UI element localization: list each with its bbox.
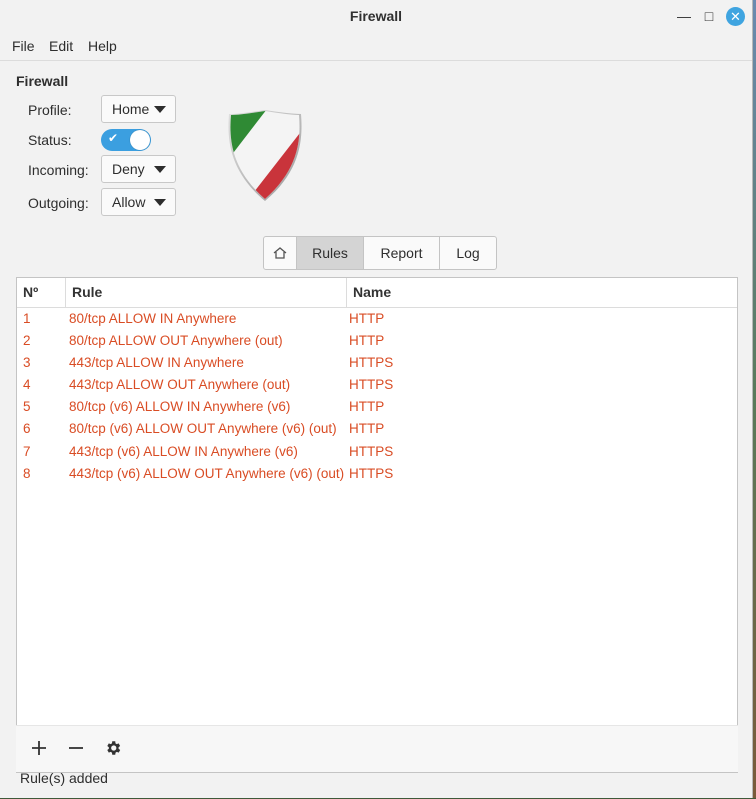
row-rule: 80/tcp (v6) ALLOW OUT Anywhere (v6) (out… bbox=[69, 421, 337, 437]
row-name: HTTP bbox=[349, 421, 385, 437]
row-rule: 80/tcp (v6) ALLOW IN Anywhere (v6) bbox=[69, 399, 291, 415]
table-header: Nº Rule Name bbox=[17, 278, 737, 308]
minus-icon bbox=[69, 747, 83, 749]
incoming-value: Deny bbox=[112, 161, 145, 177]
maximize-icon[interactable]: □ bbox=[700, 7, 718, 25]
shield-icon bbox=[228, 110, 302, 201]
profile-value: Home bbox=[112, 101, 150, 117]
section-title: Firewall bbox=[16, 73, 69, 89]
gear-icon bbox=[107, 741, 121, 755]
home-icon bbox=[273, 247, 287, 259]
incoming-dropdown[interactable]: Deny bbox=[101, 155, 176, 183]
firewall-window: Firewall — □ ✕ File Edit Help Firewall P… bbox=[0, 0, 753, 798]
table-row[interactable]: 1 80/tcp ALLOW IN Anywhere HTTP bbox=[17, 308, 737, 330]
titlebar[interactable]: Firewall — □ ✕ bbox=[0, 0, 752, 32]
tab-log[interactable]: Log bbox=[439, 237, 496, 269]
status-toggle[interactable]: ✔ bbox=[101, 129, 151, 151]
row-rule: 443/tcp ALLOW IN Anywhere bbox=[69, 355, 244, 371]
profile-label: Profile: bbox=[28, 102, 72, 118]
row-number: 7 bbox=[23, 443, 31, 459]
menu-file[interactable]: File bbox=[12, 38, 35, 54]
column-header-no[interactable]: Nº bbox=[17, 278, 65, 307]
row-number: 3 bbox=[23, 355, 31, 371]
toggle-knob bbox=[130, 130, 150, 150]
row-number: 2 bbox=[23, 333, 31, 349]
row-name: HTTPS bbox=[349, 355, 394, 371]
status-label: Status: bbox=[28, 132, 72, 148]
tab-report[interactable]: Report bbox=[363, 237, 439, 269]
table-row[interactable]: 5 80/tcp (v6) ALLOW IN Anywhere (v6) HTT… bbox=[17, 396, 737, 418]
table-row[interactable]: 6 80/tcp (v6) ALLOW OUT Anywhere (v6) (o… bbox=[17, 418, 737, 440]
main-content: Firewall Profile: Home Status: ✔ Incomin… bbox=[0, 60, 752, 799]
tab-home[interactable] bbox=[264, 237, 296, 269]
row-rule: 80/tcp ALLOW IN Anywhere bbox=[69, 311, 237, 326]
menu-help[interactable]: Help bbox=[88, 38, 117, 54]
outgoing-label: Outgoing: bbox=[28, 195, 89, 211]
row-number: 6 bbox=[23, 421, 31, 437]
incoming-label: Incoming: bbox=[28, 162, 89, 178]
table-row[interactable]: 7 443/tcp (v6) ALLOW IN Anywhere (v6) HT… bbox=[17, 441, 737, 463]
close-icon[interactable]: ✕ bbox=[726, 7, 745, 26]
remove-rule-button[interactable] bbox=[64, 736, 88, 760]
rules-table: Nº Rule Name 1 80/tcp ALLOW IN Anywhere … bbox=[16, 277, 738, 773]
menu-edit[interactable]: Edit bbox=[49, 38, 73, 54]
column-header-name[interactable]: Name bbox=[346, 278, 737, 307]
row-name: HTTP bbox=[349, 333, 385, 349]
plus-icon bbox=[32, 741, 46, 755]
table-row[interactable]: 8 443/tcp (v6) ALLOW OUT Anywhere (v6) (… bbox=[17, 463, 737, 485]
row-number: 1 bbox=[23, 311, 31, 326]
row-rule: 443/tcp ALLOW OUT Anywhere (out) bbox=[69, 377, 291, 393]
add-rule-button[interactable] bbox=[27, 736, 51, 760]
tab-rules[interactable]: Rules bbox=[296, 237, 363, 269]
row-name: HTTP bbox=[349, 399, 385, 415]
rules-toolbar bbox=[16, 725, 738, 772]
column-header-rule[interactable]: Rule bbox=[65, 278, 346, 307]
outgoing-dropdown[interactable]: Allow bbox=[101, 188, 176, 216]
outgoing-value: Allow bbox=[112, 194, 146, 210]
minimize-icon[interactable]: — bbox=[675, 7, 693, 25]
view-tabs: Rules Report Log bbox=[263, 236, 497, 270]
table-row[interactable]: 4 443/tcp ALLOW OUT Anywhere (out) HTTPS bbox=[17, 374, 737, 396]
rule-settings-button[interactable] bbox=[101, 736, 125, 760]
row-name: HTTPS bbox=[349, 465, 394, 481]
chevron-down-icon bbox=[154, 166, 166, 173]
table-row[interactable]: 2 80/tcp ALLOW OUT Anywhere (out) HTTP bbox=[17, 330, 737, 352]
row-rule: 443/tcp (v6) ALLOW IN Anywhere (v6) bbox=[69, 443, 298, 459]
row-name: HTTPS bbox=[349, 377, 394, 393]
table-row[interactable]: 3 443/tcp ALLOW IN Anywhere HTTPS bbox=[17, 352, 737, 374]
row-number: 8 bbox=[23, 465, 31, 481]
row-rule: 80/tcp ALLOW OUT Anywhere (out) bbox=[69, 333, 283, 349]
profile-dropdown[interactable]: Home bbox=[101, 95, 176, 123]
window-title: Firewall bbox=[349, 8, 403, 24]
row-name: HTTP bbox=[349, 311, 385, 326]
check-icon: ✔ bbox=[108, 131, 119, 145]
chevron-down-icon bbox=[154, 106, 166, 113]
status-message: Rule(s) added bbox=[20, 770, 108, 786]
table-body: 1 80/tcp ALLOW IN Anywhere HTTP 2 80/tcp… bbox=[17, 308, 737, 485]
row-name: HTTPS bbox=[349, 443, 394, 459]
row-rule: 443/tcp (v6) ALLOW OUT Anywhere (v6) (ou… bbox=[69, 465, 345, 481]
row-number: 4 bbox=[23, 377, 31, 393]
chevron-down-icon bbox=[154, 199, 166, 206]
row-number: 5 bbox=[23, 399, 31, 415]
